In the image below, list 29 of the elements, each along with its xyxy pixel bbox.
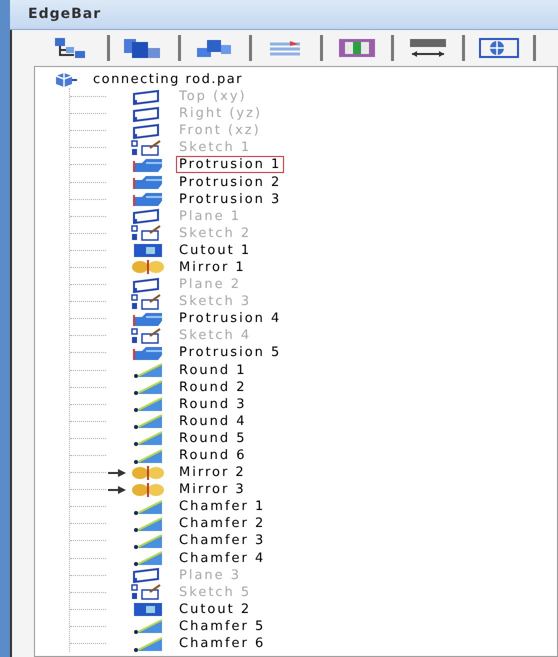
- tree-item[interactable]: Round 1: [176, 362, 250, 379]
- tree-item[interactable]: Protrusion 1: [176, 156, 284, 174]
- mirror-icon: [130, 482, 166, 498]
- tree-item[interactable]: Round 3: [176, 396, 250, 413]
- mirror-icon: [130, 464, 166, 481]
- tree-item[interactable]: Chamfer 4: [176, 550, 268, 567]
- tree-item[interactable]: Chamfer 3: [176, 532, 268, 550]
- tree-item[interactable]: Round 5: [176, 430, 250, 447]
- tree-item[interactable]: Protrusion 4: [176, 310, 284, 328]
- tree-item[interactable]: Round 2: [176, 378, 250, 396]
- tree-item[interactable]: Cutout 1: [176, 242, 254, 259]
- tree-item[interactable]: Protrusion 2: [176, 174, 284, 191]
- tree-item[interactable]: Chamfer 1: [176, 498, 268, 516]
- tree-item[interactable]: Chamfer 5: [176, 618, 268, 635]
- tree-item[interactable]: Chamfer 6: [176, 635, 268, 652]
- tree-item[interactable]: Mirror 3: [176, 481, 249, 498]
- tree-item[interactable]: Round 6: [176, 447, 250, 464]
- tree-item[interactable]: Protrusion 3: [176, 190, 284, 208]
- mirror-icon: [130, 259, 166, 276]
- tree-item[interactable]: Mirror 1: [176, 258, 249, 276]
- tree-item[interactable]: Chamfer 2: [176, 515, 268, 532]
- tree-item[interactable]: Cutout 2: [176, 600, 254, 618]
- tree-item[interactable]: connecting rod.par: [93, 70, 244, 90]
- window-title: EdgeBar: [28, 5, 102, 24]
- part-icon: [53, 72, 79, 88]
- globe-icon: [477, 36, 521, 60]
- tree-item[interactable]: Protrusion 5: [176, 344, 284, 362]
- tree-item[interactable]: Mirror 2: [176, 464, 249, 482]
- tree-item[interactable]: Round 4: [176, 412, 250, 430]
